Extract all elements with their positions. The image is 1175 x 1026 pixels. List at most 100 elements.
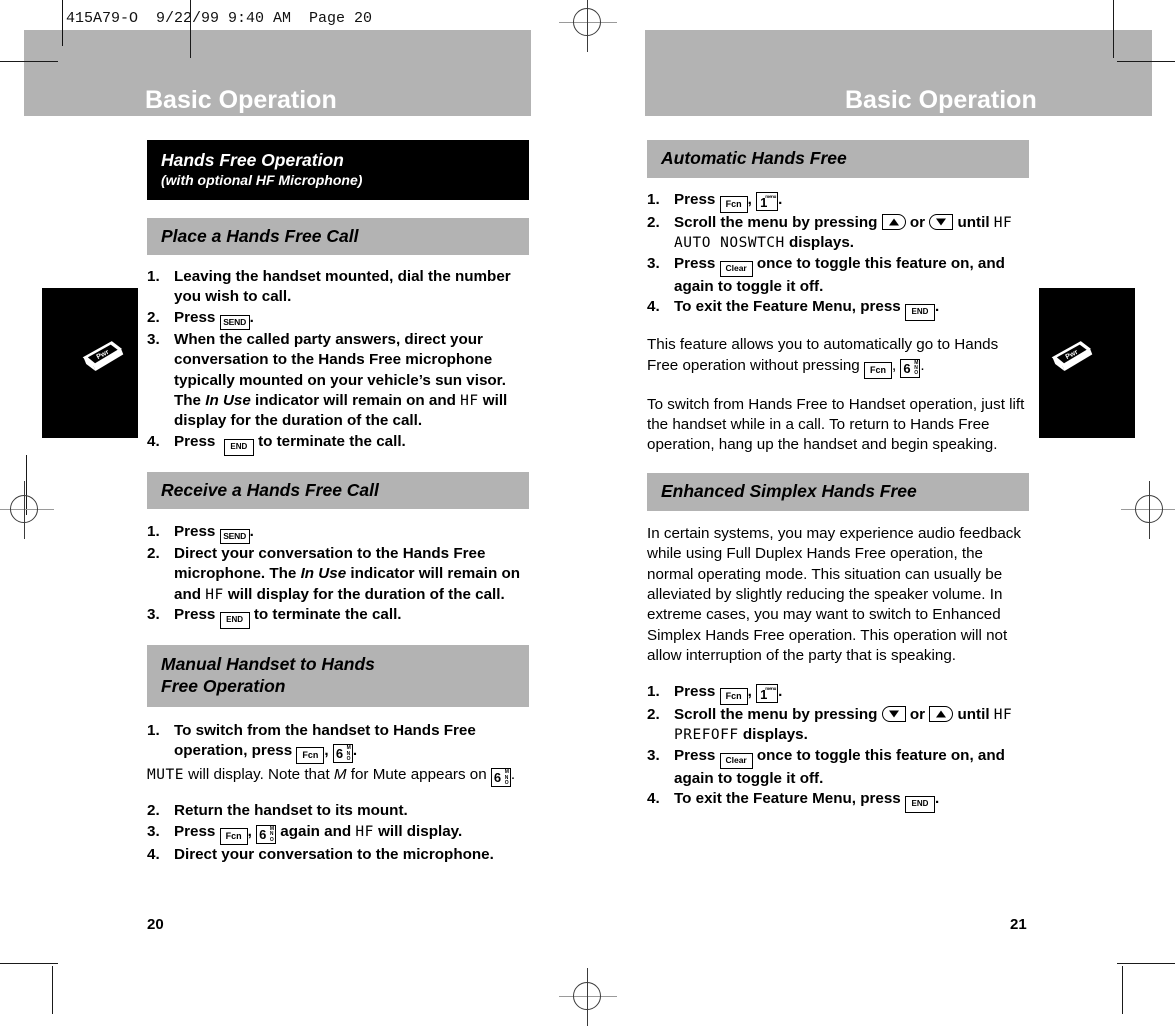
key-digit: 6 [335, 746, 344, 762]
steps-enhanced-simplex: 1. Press Fcn, 1 menu. 2. Scroll the menu … [647, 682, 1029, 813]
step-text: Return the handset to its mount. [174, 802, 408, 820]
paragraph-enhanced-simplex: In certain systems, you may experience a… [647, 524, 1021, 665]
list-item: 3. Press Clear once to toggle this featu… [647, 254, 1029, 297]
paragraph-auto-hands-free-note: This feature allows you to automatically… [647, 335, 1029, 379]
end-key-icon: END [904, 795, 935, 813]
six-key-icon: 6MNO [332, 744, 353, 764]
one-key-icon: 1 menu [756, 192, 779, 211]
left-column: Hands Free Operation (with optional HF M… [147, 140, 529, 865]
send-key-icon: SEND [219, 528, 250, 544]
step-text: To exit the Feature Menu, press [674, 789, 905, 807]
emphasis-m: M [333, 766, 347, 784]
step-text-mid: indicator will remain on and [250, 392, 461, 410]
list-item: 1. Press Fcn, 1 menu. [647, 682, 1029, 705]
step-text-tail: . [934, 298, 940, 316]
step-number: 1. [147, 268, 160, 285]
step-number: 2. [647, 705, 660, 723]
heading-manual-handset-to-hands-free: Manual Handset to Hands Free Operation [147, 645, 529, 708]
step-number: 1. [147, 722, 160, 740]
step-number: 3. [147, 822, 160, 840]
step-number: 4. [647, 298, 660, 316]
end-key-icon: END [223, 438, 254, 456]
step-text: To exit the Feature Menu, press [674, 298, 905, 316]
six-key-icon: 6MNO [256, 824, 277, 844]
step-text: Press [674, 682, 720, 700]
step-number: 3. [647, 746, 660, 764]
step-text-tail: . [249, 522, 254, 540]
separator: , [891, 356, 901, 374]
left-running-head: Basic Operation [145, 86, 337, 114]
clear-key-icon: Clear [719, 260, 753, 277]
crop-mark-top-right-h [1117, 61, 1175, 62]
list-item: 1. Leaving the handset mounted, dial the… [147, 267, 529, 308]
heading-enhanced-simplex-hands-free: Enhanced Simplex Hands Free [647, 472, 1029, 511]
emphasis-in-use: In Use [205, 392, 251, 410]
crop-mark-top-left-h2 [36, 61, 58, 62]
key-digit: 6 [259, 826, 267, 842]
separator: , [247, 822, 257, 840]
heading-text: Enhanced Simplex Hands Free [661, 480, 917, 501]
heading-automatic-hands-free: Automatic Hands Free [647, 140, 1029, 178]
step-text-tail: displays. [738, 726, 808, 744]
registration-mark-top [559, 0, 617, 52]
six-key-icon: 6MNO [900, 358, 921, 378]
step-number: 3. [647, 254, 660, 272]
list-item: 2. Scroll the menu by pressing or until … [647, 213, 1029, 254]
step-text-tail: . [778, 191, 783, 208]
list-item: 2. Press SEND. [147, 308, 529, 330]
phone-key-icon: Pwr [1051, 341, 1093, 371]
scanned-manual-page: 415A79-O 9/22/99 9:40 AM Page 20 Basic O… [0, 0, 1175, 1026]
step-text: Leaving the handset mounted, dial the nu… [174, 268, 511, 306]
crop-mark-bottom-left-h [0, 963, 58, 964]
step-text: Press [674, 746, 720, 764]
separator: , [747, 682, 757, 700]
key-letters: MNO [346, 745, 351, 763]
step-text-mid: until [953, 214, 994, 231]
list-item: 1. Press SEND. [147, 522, 529, 544]
list-item: 2. Return the handset to its mount. [147, 801, 529, 821]
step-number: 2. [147, 544, 160, 562]
step-text: Scroll the menu by pressing [674, 214, 882, 231]
step-number: 1. [147, 522, 160, 540]
list-item: 2. Direct your conversation to the Hands… [147, 544, 529, 605]
lcd-display-text: HF [205, 586, 224, 603]
header-rule [62, 0, 63, 46]
key-digit: 6 [903, 360, 911, 376]
step-text-tail: displays. [784, 234, 854, 252]
scroll-up-key-icon [929, 705, 954, 722]
steps-manual-handset-rest: 2. Return the handset to its mount. 3. P… [147, 801, 529, 865]
step-text: Press [674, 191, 720, 208]
step-number: 4. [147, 845, 160, 863]
list-item: 4. Press END to terminate the call. [147, 432, 529, 456]
step-text: Scroll the menu by pressing [674, 705, 882, 723]
registration-mark-right [1121, 481, 1175, 539]
step-number: 4. [647, 789, 660, 807]
step-text: Press [174, 606, 220, 624]
fcn-key-icon: Fcn [719, 687, 748, 705]
step-text-tail: will display. [373, 822, 463, 840]
step-text: Press [174, 522, 220, 540]
emphasis-in-use: In Use [300, 565, 347, 583]
key-letters: MNO [914, 359, 919, 377]
one-key-icon: 1 menu [756, 683, 779, 703]
lcd-display-text: MUTE [147, 767, 184, 784]
registration-mark-bottom [559, 968, 617, 1026]
step-text: Press [174, 432, 220, 450]
scroll-up-key-icon [881, 214, 906, 230]
step-text-mid: until [953, 705, 994, 723]
step-number: 3. [147, 606, 160, 624]
section-title: Hands Free Operation [161, 150, 344, 170]
crop-mark-bottom-left-v2 [52, 966, 53, 1014]
fcn-key-icon: Fcn [719, 196, 748, 213]
crop-mark-top-right-v [1113, 0, 1114, 58]
crop-mark-bottom-right-v2 [1122, 966, 1123, 1014]
crop-mark-bottom-right-h [1117, 963, 1175, 964]
heading-text: Receive a Hands Free Call [161, 479, 379, 500]
step-text: Direct your conversation to the micropho… [174, 845, 494, 863]
step-text-tail: . [778, 682, 783, 700]
heading-text: Automatic Hands Free [661, 148, 847, 168]
step-number: 4. [147, 432, 160, 450]
conjunction: or [905, 214, 930, 231]
clear-key-icon: Clear [719, 752, 753, 769]
section-header-hands-free-operation: Hands Free Operation (with optional HF M… [147, 140, 529, 200]
